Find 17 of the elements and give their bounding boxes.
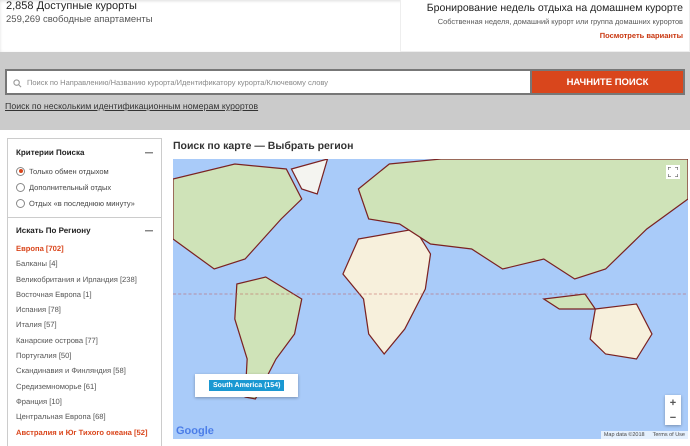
criteria-title: Критерии Поиска xyxy=(16,148,84,157)
map-title: Поиск по карте — Выбрать регион xyxy=(173,140,354,154)
zoom-out-button[interactable]: − xyxy=(665,410,681,425)
map-logo: Google xyxy=(176,425,214,437)
home-week-title: Бронирование недель отдыха на домашнем курорте xyxy=(426,2,683,14)
collapse-toggle[interactable]: — xyxy=(145,148,153,157)
radio-button[interactable] xyxy=(16,198,25,208)
fullscreen-icon xyxy=(668,167,678,177)
radio-button[interactable] xyxy=(16,182,25,192)
apartments-count: 259,269 свободные апартаменты xyxy=(6,14,153,25)
multi-id-search-link[interactable]: Поиск по нескольким идентификационным номерам курортов xyxy=(5,101,258,111)
zoom-in-button[interactable]: + xyxy=(665,395,681,410)
radio-button[interactable] xyxy=(16,166,25,176)
region-title: Искать По Региону xyxy=(16,226,91,235)
fullscreen-button[interactable] xyxy=(666,165,680,179)
collapse-toggle[interactable]: — xyxy=(145,226,153,235)
resorts-count: 2,858 Доступные курорты xyxy=(6,0,138,12)
